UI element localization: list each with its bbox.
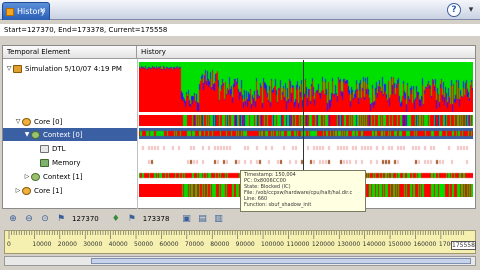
- ruler-tick-label: 160000: [413, 241, 437, 248]
- context-icon: [31, 130, 40, 139]
- tree-row[interactable]: ▽ Core [0]: [3, 115, 137, 128]
- zoom-in-icon[interactable]: ⊕: [8, 214, 18, 224]
- ruler-tick-label: 110000: [286, 241, 310, 248]
- zoom-out-icon[interactable]: ⊖: [24, 214, 34, 224]
- timeline-band[interactable]: [139, 128, 473, 139]
- export-icon[interactable]: ▣: [181, 214, 191, 224]
- core-icon: [22, 186, 31, 195]
- tree-row[interactable]: ▷ Core [1]: [3, 184, 137, 197]
- ruler-tick-label: 140000: [362, 241, 386, 248]
- minimize-icon[interactable]: ▾: [465, 4, 477, 16]
- tree-row-label: Context [0]: [43, 130, 83, 139]
- column-header-history[interactable]: History: [137, 46, 475, 59]
- ruler-tick-label: 60000: [159, 241, 179, 248]
- timeline-band[interactable]: [139, 115, 473, 126]
- ruler-tick-label: 20000: [57, 241, 77, 248]
- tree-row-label: Core [0]: [34, 117, 63, 126]
- close-icon[interactable]: ✕: [39, 6, 46, 15]
- view-titlebar: History ✕ ? ▾: [0, 0, 480, 20]
- state-tooltip: Timestamp: 150,004 PC: 0x8006CC00 State: B…: [240, 170, 366, 212]
- expand-toggle-icon[interactable]: ▼: [23, 131, 31, 138]
- column-divider[interactable]: [137, 59, 138, 209]
- tree-row-label: Core [1]: [34, 186, 63, 195]
- history-view-icon: [6, 7, 14, 16]
- end-marker-icon[interactable]: ⚑: [127, 214, 137, 224]
- ruler-tick-label: 70000: [184, 241, 204, 248]
- dtl-icon: [40, 144, 49, 153]
- ruler-tick-label: 80000: [210, 241, 230, 248]
- shield-icon[interactable]: ♦: [111, 214, 121, 224]
- ruler-tick-label: 0: [7, 241, 11, 248]
- scrollbar-thumb[interactable]: [91, 258, 471, 264]
- tree-row[interactable]: Memory: [3, 156, 137, 169]
- time-ruler[interactable]: 0 10000 20000 30000 40000 50000 60000 70000 8000…: [4, 230, 476, 254]
- tree-row-label: Memory: [52, 158, 81, 167]
- history-grid: Temporal Element History ▽ Simulation 5/1…: [2, 45, 476, 209]
- tree-row-label: Simulation 5/10/07 4:19 PM: [25, 64, 122, 73]
- tree-row-label: Context [1]: [43, 172, 83, 181]
- end-value[interactable]: 173378: [143, 215, 170, 223]
- zoom-fit-icon[interactable]: ⊙: [40, 214, 50, 224]
- ruler-tick-label: 50000: [134, 241, 154, 248]
- start-marker-icon[interactable]: ⚑: [56, 214, 66, 224]
- expand-toggle-icon[interactable]: ▷: [14, 187, 22, 194]
- expand-toggle-icon[interactable]: ▽: [5, 65, 13, 72]
- history-toolbar: ⊕ ⊖ ⊙ ⚑ 127370 ♦ ⚑ 173378 ▣ ▤ ▥: [2, 211, 476, 227]
- timeline-band[interactable]: [139, 62, 473, 112]
- ruler-tick-label: 30000: [83, 241, 103, 248]
- core-icon: [22, 117, 31, 126]
- ruler-tick-label: 130000: [337, 241, 361, 248]
- ruler-ticks: [8, 231, 465, 239]
- copy-icon[interactable]: ▤: [197, 214, 207, 224]
- ruler-tick-label: 120000: [311, 241, 335, 248]
- start-value[interactable]: 127370: [72, 215, 99, 223]
- tree-row-label: DTL: [52, 144, 66, 153]
- horizontal-scrollbar[interactable]: [4, 256, 476, 266]
- tree-row[interactable]: DTL: [3, 142, 137, 155]
- column-header-temporal-element[interactable]: Temporal Element: [3, 46, 137, 59]
- memory-icon: [40, 158, 49, 167]
- ruler-tick-label: 150000: [388, 241, 411, 248]
- simulation-icon: [13, 64, 22, 73]
- range-summary: Start=127370, End=173378, Current=175558: [0, 24, 480, 36]
- timeline-band[interactable]: [139, 156, 473, 167]
- ruler-tick-label: 90000: [235, 241, 255, 248]
- expand-toggle-icon[interactable]: ▷: [23, 173, 31, 180]
- save-icon[interactable]: ▥: [213, 214, 223, 224]
- ruler-tick-label: 40000: [108, 241, 128, 248]
- tree-row[interactable]: ▷ Context [1]: [3, 170, 137, 183]
- tree-row[interactable]: ▼ Context [0]: [3, 128, 137, 141]
- expand-toggle-icon[interactable]: ▽: [14, 118, 22, 125]
- ruler-end-label: 175558: [451, 241, 476, 250]
- ruler-tick-label: 10000: [32, 241, 52, 248]
- ruler-tick-label: 100000: [261, 241, 284, 248]
- context-icon: [31, 172, 40, 181]
- tooltip-line: Function: sbuf_shadow_init: [244, 202, 312, 208]
- timeline-band[interactable]: [139, 142, 473, 153]
- tree-row[interactable]: ▽ Simulation 5/10/07 4:19 PM: [3, 62, 137, 75]
- history-tab[interactable]: History ✕: [2, 2, 50, 20]
- help-icon[interactable]: ?: [447, 3, 461, 17]
